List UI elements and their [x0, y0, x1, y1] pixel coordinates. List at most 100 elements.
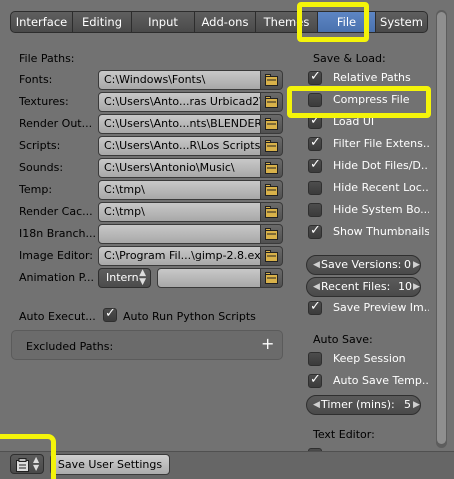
updown-arrows-icon: ▲ ▼ [139, 268, 146, 287]
folder-browse-button[interactable] [261, 224, 283, 244]
save-versions-value: 0 [404, 258, 411, 271]
folder-icon [265, 96, 278, 108]
folder-browse-button[interactable] [261, 158, 283, 178]
animation-player-label: Animation P... [19, 271, 94, 284]
save-option-checkbox[interactable]: ✓ [308, 69, 322, 85]
tab-addons[interactable]: Add-ons [195, 11, 256, 33]
save-option-checkbox[interactable] [308, 181, 322, 195]
keep-session-row[interactable]: Keep Session [308, 351, 426, 369]
save-option-label: Relative Paths [333, 71, 411, 84]
text-editor-heading: Text Editor: [313, 428, 375, 441]
decrement-arrow-icon[interactable]: ◀ [313, 278, 320, 296]
timer-field[interactable]: ◀ Timer (mins): 5 ▶ [306, 395, 421, 415]
compress-file-highlight [287, 86, 431, 118]
folder-icon [265, 118, 278, 130]
path-field[interactable]: C:\tmp\ [98, 180, 261, 200]
save-user-settings-button[interactable]: Save User Settings [50, 454, 170, 475]
path-field[interactable]: C:\Users\Anto...ras Urbicad2\ [98, 92, 261, 112]
path-label: Temp: [19, 183, 53, 196]
folder-icon [265, 140, 278, 152]
increment-arrow-icon[interactable]: ▶ [413, 396, 420, 414]
animation-player-field[interactable] [157, 268, 261, 288]
save-option-row[interactable]: Hide Recent Loc... [308, 180, 429, 198]
timer-value: 5 [404, 398, 411, 411]
folder-browse-button[interactable] [261, 180, 283, 200]
auto-run-python-checkbox[interactable]: ✓ [103, 306, 117, 322]
path-field[interactable]: C:\Program Fil...\gimp-2.8.exe [98, 246, 261, 266]
path-label: Scripts: [19, 139, 61, 152]
save-option-checkbox[interactable]: ✓ [308, 135, 322, 151]
tab-interface[interactable]: Interface [10, 11, 73, 33]
path-label: I18n Branch... [19, 227, 96, 240]
folder-browse-button[interactable] [261, 92, 283, 112]
path-field[interactable] [98, 224, 261, 244]
tab-editing[interactable]: Editing [73, 11, 132, 33]
keep-session-label: Keep Session [333, 352, 406, 365]
folder-browse-button[interactable] [261, 202, 283, 222]
scrollbar-track[interactable] [436, 10, 447, 448]
increment-arrow-icon[interactable]: ▶ [413, 256, 420, 274]
folder-browse-button[interactable] [261, 246, 283, 266]
auto-execution-label: Auto Execut... [19, 310, 95, 323]
path-field[interactable]: C:\Users\Anto...R\Los Scripts\ [98, 136, 261, 156]
decrement-arrow-icon[interactable]: ◀ [313, 396, 320, 414]
animation-player-select[interactable]: Intern ▲ ▼ [98, 268, 151, 288]
folder-icon [265, 228, 278, 240]
scrollbar-thumb[interactable] [437, 12, 446, 444]
save-load-heading: Save & Load: [313, 52, 386, 65]
folder-browse-button[interactable] [261, 114, 283, 134]
folder-icon [265, 162, 278, 174]
auto-run-python-label: Auto Run Python Scripts [123, 310, 256, 323]
path-field[interactable]: C:\Windows\Fonts\ [98, 70, 261, 90]
save-preview-label: Save Preview Im... [333, 301, 429, 314]
file-paths-heading: File Paths: [19, 52, 75, 65]
path-label: Textures: [19, 95, 69, 108]
save-option-label: Show Thumbnails [333, 225, 429, 238]
checkmark-icon: ✓ [310, 157, 321, 172]
auto-save-temp-checkbox[interactable]: ✓ [308, 372, 322, 388]
save-option-label: Filter File Extens... [333, 137, 429, 150]
checkmark-icon: ✓ [310, 299, 321, 314]
save-option-label: Hide System Bo... [333, 203, 429, 216]
save-option-row[interactable]: Hide System Bo... [308, 202, 429, 220]
recent-files-value: 10 [398, 280, 412, 293]
decrement-arrow-icon[interactable]: ◀ [313, 256, 320, 274]
path-label: Sounds: [19, 161, 64, 174]
recent-files-label: Recent Files: [321, 280, 391, 293]
keep-session-checkbox[interactable] [308, 352, 322, 366]
folder-browse-button[interactable] [261, 136, 283, 156]
save-option-row[interactable]: ✓ Filter File Extens... [308, 135, 429, 154]
add-path-icon[interactable]: + [261, 336, 274, 352]
save-versions-field[interactable]: ◀ Save Versions: 0 ▶ [306, 255, 421, 275]
checkmark-icon: ✓ [310, 223, 321, 238]
excluded-paths-label: Excluded Paths: [26, 340, 114, 353]
checkmark-icon: ✓ [310, 69, 321, 84]
folder-icon [265, 250, 278, 262]
folder-icon [265, 74, 278, 86]
path-label: Image Editor: [19, 249, 94, 262]
tab-system[interactable]: System [376, 11, 428, 33]
save-preview-checkbox[interactable]: ✓ [308, 299, 322, 315]
checkmark-icon: ✓ [105, 306, 116, 321]
increment-arrow-icon[interactable]: ▶ [413, 278, 420, 296]
save-option-row[interactable]: ✓ Hide Dot Files/D... [308, 157, 429, 176]
path-field[interactable]: C:\Users\Antonio\Music\ [98, 158, 261, 178]
folder-browse-button[interactable] [261, 70, 283, 90]
tab-input[interactable]: Input [132, 11, 195, 33]
folder-icon [265, 272, 278, 284]
save-option-label: Hide Recent Loc... [333, 181, 429, 194]
save-option-checkbox[interactable] [308, 203, 322, 217]
auto-save-temp-label: Auto Save Temp... [333, 374, 429, 387]
auto-save-heading: Auto Save: [313, 333, 373, 346]
path-field[interactable]: C:\Users\Anto...nts\BLENDER\ [98, 114, 261, 134]
save-option-row[interactable]: ✓ Show Thumbnails [308, 223, 429, 242]
save-option-checkbox[interactable]: ✓ [308, 157, 322, 173]
save-option-checkbox[interactable]: ✓ [308, 223, 322, 239]
recent-files-field[interactable]: ◀ Recent Files: 10 ▶ [306, 277, 421, 297]
auto-save-temp-row[interactable]: ✓ Auto Save Temp... [308, 372, 429, 391]
folder-icon [265, 184, 278, 196]
save-preview-row[interactable]: ✓ Save Preview Im... [308, 299, 429, 318]
timer-label: Timer (mins): [321, 398, 395, 411]
animation-player-folder-button[interactable] [261, 268, 283, 288]
path-field[interactable]: C:\tmp\ [98, 202, 261, 222]
